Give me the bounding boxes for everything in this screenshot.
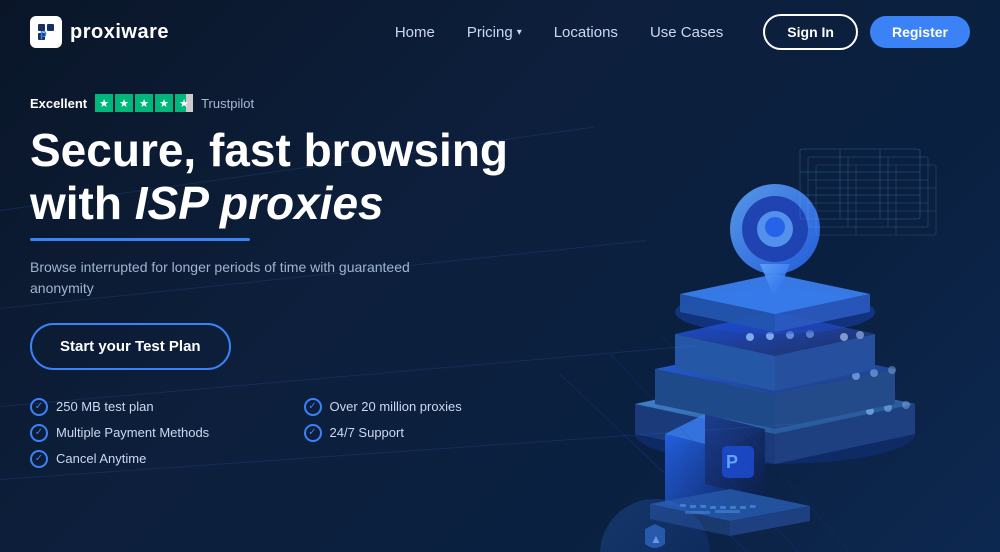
chevron-down-icon: ▾ xyxy=(517,27,522,38)
signin-button[interactable]: Sign In xyxy=(763,14,858,50)
nav-links: Home Pricing ▾ Locations Use Cases xyxy=(395,24,723,41)
brand-name: proxiware xyxy=(70,21,169,44)
logo[interactable]: p proxiware xyxy=(30,16,169,48)
nav-pricing[interactable]: Pricing ▾ xyxy=(467,24,522,41)
title-underline xyxy=(30,238,250,241)
star-4: ★ xyxy=(155,94,173,112)
star-1: ★ xyxy=(95,94,113,112)
trustpilot-stars: ★ ★ ★ ★ ★ xyxy=(95,94,193,112)
register-button[interactable]: Register xyxy=(870,16,970,48)
feature-2: ✓ Over 20 million proxies xyxy=(304,398,548,416)
hero-subtitle: Browse interrupted for longer periods of… xyxy=(30,257,410,299)
cta-button[interactable]: Start your Test Plan xyxy=(30,323,231,370)
check-icon-5: ✓ xyxy=(30,450,48,468)
hero-content: Excellent ★ ★ ★ ★ ★ Trustpilot Secure, f… xyxy=(30,84,547,532)
nav-locations[interactable]: Locations xyxy=(554,24,618,41)
logo-icon: p xyxy=(30,16,62,48)
nav-actions: Sign In Register xyxy=(763,14,970,50)
trustpilot-row: Excellent ★ ★ ★ ★ ★ Trustpilot xyxy=(30,94,547,112)
svg-text:p: p xyxy=(40,28,47,40)
star-3: ★ xyxy=(135,94,153,112)
check-icon-2: ✓ xyxy=(304,398,322,416)
feature-5: ✓ Cancel Anytime xyxy=(30,450,274,468)
feature-1: ✓ 250 MB test plan xyxy=(30,398,274,416)
star-5-half: ★ xyxy=(175,94,193,112)
hero-title-emphasis: ISP proxies xyxy=(135,177,384,229)
feature-4: ✓ 24/7 Support xyxy=(304,424,548,442)
hero-title: Secure, fast browsing with ISP proxies xyxy=(30,124,547,230)
nav-home[interactable]: Home xyxy=(395,24,435,41)
trustpilot-excellent: Excellent xyxy=(30,96,87,111)
features-grid: ✓ 250 MB test plan ✓ Over 20 million pro… xyxy=(30,398,547,468)
check-icon-3: ✓ xyxy=(30,424,48,442)
check-icon-1: ✓ xyxy=(30,398,48,416)
trustpilot-brand: Trustpilot xyxy=(201,96,254,111)
check-icon-4: ✓ xyxy=(304,424,322,442)
nav-use-cases[interactable]: Use Cases xyxy=(650,24,723,41)
feature-3: ✓ Multiple Payment Methods xyxy=(30,424,274,442)
navbar: p proxiware Home Pricing ▾ Locations Use… xyxy=(0,0,1000,64)
star-2: ★ xyxy=(115,94,133,112)
hero-section: Excellent ★ ★ ★ ★ ★ Trustpilot Secure, f… xyxy=(0,64,1000,552)
